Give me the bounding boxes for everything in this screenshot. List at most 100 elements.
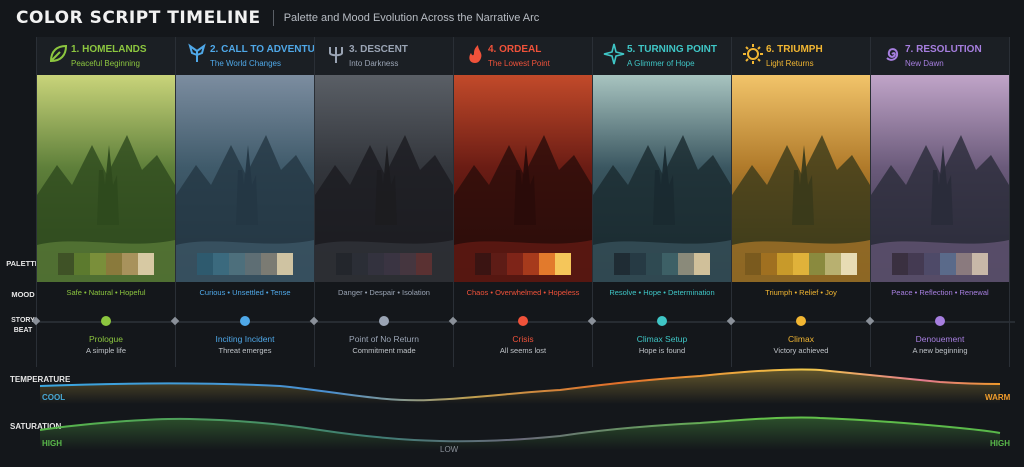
story-beat-name: Prologue: [88, 334, 124, 344]
palette-swatch: [368, 253, 384, 275]
temperature-fill: [40, 369, 1000, 404]
story-beat-name: Climax: [788, 334, 814, 344]
act-subtitle: Peaceful Beginning: [71, 59, 140, 68]
temperature-curve: [39, 368, 1001, 402]
story-beat-marker: [101, 316, 111, 326]
act-title: 6. TRIUMPH: [766, 44, 823, 55]
palette-swatch: [352, 253, 368, 275]
high-left-label: HIGH: [42, 439, 62, 448]
palette-swatch: [777, 253, 793, 275]
color-palette: [336, 253, 432, 275]
act-subtitle: The Lowest Point: [488, 59, 550, 68]
story-beat-name: Denouement: [915, 334, 965, 344]
palette-swatch: [745, 253, 761, 275]
scene-image: [871, 75, 1009, 282]
palette-swatch: [400, 253, 416, 275]
palette-swatch: [277, 253, 293, 275]
story-beat-description: Threat emerges: [218, 346, 272, 355]
mood-keywords: Safe • Natural • Hopeful: [66, 288, 146, 297]
palette-swatch: [940, 253, 956, 275]
palette-swatch: [809, 253, 825, 275]
flame-icon: [469, 45, 482, 63]
act-title: 5. TURNING POINT: [627, 44, 718, 55]
palette-swatch: [956, 253, 972, 275]
act-subtitle: Light Returns: [766, 59, 814, 68]
story-beat-description: Hope is found: [638, 346, 686, 355]
story-beat-description: A new beginning: [912, 346, 968, 355]
palette-swatch: [58, 253, 74, 275]
story-beat-marker: [796, 316, 806, 326]
color-palette: [197, 253, 293, 275]
palette-swatch: [662, 253, 678, 275]
palette-swatch: [491, 253, 507, 275]
palette-swatch: [614, 253, 630, 275]
palette-swatch: [972, 253, 988, 275]
palette-swatch: [336, 253, 352, 275]
color-palette: [745, 253, 857, 275]
palette-swatch: [892, 253, 908, 275]
palette-swatch: [761, 253, 777, 275]
palette-swatch: [122, 253, 138, 275]
leaf-icon: [49, 44, 68, 63]
mood-keywords: Resolve • Hope • Determination: [609, 288, 715, 297]
story-beat-marker: [935, 316, 945, 326]
story-beat-description: All seems lost: [499, 346, 547, 355]
story-beat-marker: [657, 316, 667, 326]
cool-label: COOL: [42, 393, 66, 402]
palette-swatch: [678, 253, 694, 275]
title-divider: [272, 10, 274, 26]
story-beat-description: Commitment made: [352, 346, 416, 355]
act-header: 6. TRIUMPH Light Returns: [732, 37, 870, 76]
trident-icon: [329, 47, 343, 63]
palette-swatch: [229, 253, 245, 275]
act-header: 3. DESCENT Into Darkness: [315, 37, 453, 76]
scene-image: [454, 75, 592, 282]
story-beat-marker: [240, 316, 250, 326]
story-beat-marker: [379, 316, 389, 326]
palette-swatch: [825, 253, 841, 275]
low-label: LOW: [440, 445, 459, 454]
warm-label: WARM: [985, 393, 1011, 402]
header: COLOR SCRIPT TIMELINE Palette and Mood E…: [0, 0, 1024, 36]
palette-swatch: [841, 253, 857, 275]
palette-swatch: [245, 253, 261, 275]
mood-keywords: Peace • Reflection • Renewal: [891, 288, 989, 297]
act-title: 4. ORDEAL: [488, 44, 542, 55]
story-beat-name: Crisis: [512, 334, 534, 344]
scene-image: [37, 75, 175, 282]
mood-keywords: Curious • Unsettled • Tense: [199, 288, 291, 297]
mood-keywords: Triumph • Relief • Joy: [765, 288, 837, 297]
scene-image: [176, 75, 314, 282]
palette-swatch: [90, 253, 106, 275]
spiral-icon: [886, 48, 899, 61]
palette-swatch: [384, 253, 400, 275]
scene-image: [315, 75, 453, 282]
palette-swatch: [106, 253, 122, 275]
act-header: 4. ORDEAL The Lowest Point: [454, 37, 592, 76]
palette-swatch: [261, 253, 277, 275]
palette-swatch: [630, 253, 646, 275]
color-palette: [58, 253, 154, 275]
temperature-label: TEMPERATURE: [10, 375, 71, 384]
sun-icon: [743, 44, 763, 64]
act-subtitle: The World Changes: [210, 59, 281, 68]
palette-swatch: [138, 253, 154, 275]
palette-swatch: [523, 253, 539, 275]
mood-keywords: Chaos • Overwhelmed • Hopeless: [466, 288, 580, 297]
act-header: 2. CALL TO ADVENTURE The World Changes: [176, 37, 329, 76]
act-subtitle: Into Darkness: [349, 59, 399, 68]
mood-keywords: Danger • Despair • Isolation: [338, 288, 430, 297]
palette-swatch: [646, 253, 662, 275]
saturation-label: SATURATION: [10, 422, 62, 431]
page-subtitle: Palette and Mood Evolution Across the Na…: [283, 12, 540, 24]
palette-swatch: [924, 253, 940, 275]
palette-swatch: [475, 253, 491, 275]
act-title: 1. HOMELANDS: [71, 44, 147, 55]
palette-swatch: [555, 253, 571, 275]
story-beat-name: Climax Setup: [636, 334, 688, 344]
high-right-label: HIGH: [990, 439, 1010, 448]
wings-icon: [188, 43, 206, 62]
story-beat-description: Victory achieved: [773, 346, 829, 355]
act-title: 3. DESCENT: [349, 44, 408, 55]
story-beat-name: Inciting Incident: [215, 334, 275, 344]
